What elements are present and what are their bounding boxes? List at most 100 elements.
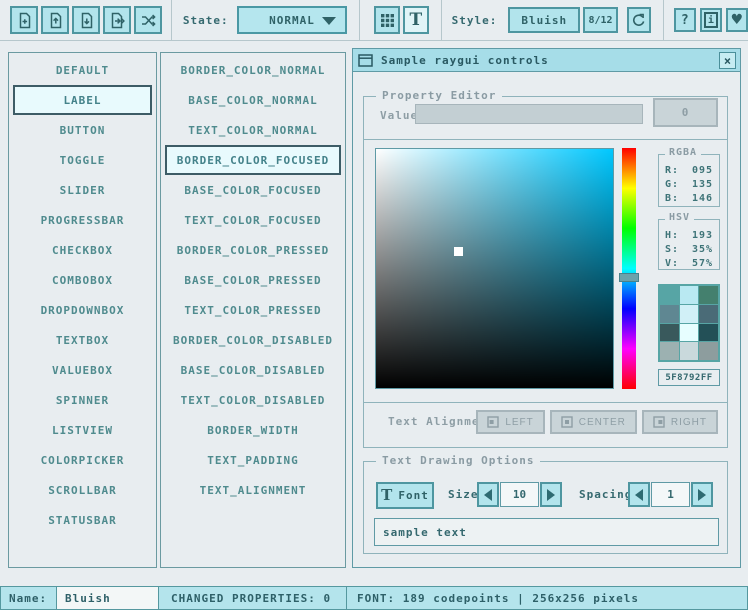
palette-swatch[interactable] — [680, 324, 699, 342]
size-decrease-button[interactable] — [477, 482, 499, 507]
palette-swatch[interactable] — [699, 286, 718, 304]
controls-item-slider[interactable]: SLIDER — [9, 175, 156, 205]
value-slider[interactable] — [415, 104, 643, 124]
hsv-row-s: S:35% — [665, 243, 713, 257]
properties-item-border_color_normal[interactable]: BORDER_COLOR_NORMAL — [161, 55, 345, 85]
palette-swatch[interactable] — [699, 342, 718, 360]
color-panel[interactable] — [375, 148, 614, 389]
window-titlebar[interactable]: Sample raygui controls × — [353, 49, 740, 72]
controls-item-button[interactable]: BUTTON — [9, 115, 156, 145]
spacing-increase-button[interactable] — [691, 482, 713, 507]
properties-item-base_color_disabled[interactable]: BASE_COLOR_DISABLED — [161, 355, 345, 385]
properties-item-border_color_focused[interactable]: BORDER_COLOR_FOCUSED — [165, 145, 341, 175]
controls-item-statusbar[interactable]: STATUSBAR — [9, 505, 156, 535]
spacing-decrease-button[interactable] — [628, 482, 650, 507]
palette-swatch[interactable] — [680, 286, 699, 304]
align-center-icon — [561, 416, 573, 428]
sample-text-input[interactable]: sample text — [374, 518, 719, 546]
heart-icon: ♥ — [731, 12, 744, 28]
align-left-button[interactable]: LEFT — [476, 410, 544, 434]
text-edit-mode-button[interactable]: T — [403, 6, 429, 34]
size-increase-button[interactable] — [540, 482, 562, 507]
properties-item-text_color_focused[interactable]: TEXT_COLOR_FOCUSED — [161, 205, 345, 235]
properties-item-border_width[interactable]: BORDER_WIDTH — [161, 415, 345, 445]
properties-list: BORDER_COLOR_NORMALBASE_COLOR_NORMALTEXT… — [160, 52, 346, 568]
palette-swatch[interactable] — [680, 305, 699, 323]
hue-bar[interactable] — [622, 148, 636, 389]
spacing-value-box[interactable]: 1 — [651, 482, 690, 507]
window-close-button[interactable]: × — [719, 52, 736, 69]
load-style-button[interactable] — [41, 6, 69, 34]
font-T-icon: T — [381, 488, 393, 503]
style-count-button[interactable]: 8/12 — [583, 7, 618, 33]
palette-swatch[interactable] — [699, 324, 718, 342]
properties-item-base_color_focused[interactable]: BASE_COLOR_FOCUSED — [161, 175, 345, 205]
about-button[interactable]: i — [700, 8, 722, 32]
reload-style-button[interactable] — [627, 7, 651, 33]
property-editor-group: Property Editor Value: 0 RGBA R:095 G:13… — [363, 96, 728, 448]
controls-item-colorpicker[interactable]: COLORPICKER — [9, 445, 156, 475]
arrow-left-icon — [484, 489, 492, 501]
controls-item-valuebox[interactable]: VALUEBOX — [9, 355, 156, 385]
arrow-right-icon — [698, 489, 706, 501]
arrow-left-icon — [635, 489, 643, 501]
save-style-button[interactable] — [72, 6, 100, 34]
controls-item-scrollbar[interactable]: SCROLLBAR — [9, 475, 156, 505]
align-right-button[interactable]: RIGHT — [642, 410, 718, 434]
align-right-icon — [653, 416, 665, 428]
font-button[interactable]: T Font — [376, 482, 434, 509]
controls-item-label[interactable]: LABEL — [13, 85, 152, 115]
export-file-icon — [109, 12, 126, 29]
palette-swatch[interactable] — [660, 305, 679, 323]
export-style-button[interactable] — [103, 6, 131, 34]
properties-item-base_color_normal[interactable]: BASE_COLOR_NORMAL — [161, 85, 345, 115]
sample-controls-window: Sample raygui controls × Property Editor… — [352, 48, 741, 568]
reload-icon — [631, 13, 646, 28]
hue-slider-handle[interactable] — [619, 273, 639, 282]
palette-swatch[interactable] — [660, 286, 679, 304]
properties-item-border_color_pressed[interactable]: BORDER_COLOR_PRESSED — [161, 235, 345, 265]
sponsor-button[interactable]: ♥ — [726, 8, 748, 32]
palette-swatch[interactable] — [680, 342, 699, 360]
palette-swatch[interactable] — [660, 342, 679, 360]
style-name-button[interactable]: Bluish — [508, 7, 580, 33]
rgba-row-b: B:146 — [665, 192, 713, 206]
align-center-button[interactable]: CENTER — [550, 410, 637, 434]
properties-item-text_color_pressed[interactable]: TEXT_COLOR_PRESSED — [161, 295, 345, 325]
color-cursor[interactable] — [454, 247, 463, 256]
controls-item-checkbox[interactable]: CHECKBOX — [9, 235, 156, 265]
controls-item-textbox[interactable]: TEXTBOX — [9, 325, 156, 355]
controls-item-combobox[interactable]: COMBOBOX — [9, 265, 156, 295]
palette-swatch[interactable] — [660, 324, 679, 342]
window-icon — [358, 54, 373, 67]
toolbar-separator — [359, 0, 360, 40]
help-button[interactable]: ? — [674, 8, 696, 32]
state-dropdown[interactable]: NORMAL — [237, 6, 348, 34]
style-name-input[interactable]: Bluish — [56, 586, 159, 610]
properties-item-base_color_pressed[interactable]: BASE_COLOR_PRESSED — [161, 265, 345, 295]
random-style-button[interactable] — [134, 6, 162, 34]
file-button-group — [10, 6, 162, 34]
controls-item-progressbar[interactable]: PROGRESSBAR — [9, 205, 156, 235]
palette-swatch[interactable] — [699, 305, 718, 323]
controls-table-view-button[interactable] — [374, 6, 400, 34]
toolbar-separator — [171, 0, 172, 40]
properties-item-text_padding[interactable]: TEXT_PADDING — [161, 445, 345, 475]
controls-item-listview[interactable]: LISTVIEW — [9, 415, 156, 445]
size-value-box[interactable]: 10 — [500, 482, 539, 507]
properties-item-text_color_disabled[interactable]: TEXT_COLOR_DISABLED — [161, 385, 345, 415]
value-button[interactable]: 0 — [653, 98, 718, 127]
text-alignment-row: Text Alignment: LEFT CENTER — [364, 405, 727, 441]
properties-item-text_alignment[interactable]: TEXT_ALIGNMENT — [161, 475, 345, 505]
style-name-status-label: Name: — [0, 586, 57, 610]
controls-item-default[interactable]: DEFAULT — [9, 55, 156, 85]
hex-value-box[interactable]: 5F8792FF — [658, 369, 720, 386]
controls-item-dropdownbox[interactable]: DROPDOWNBOX — [9, 295, 156, 325]
properties-item-text_color_normal[interactable]: TEXT_COLOR_NORMAL — [161, 115, 345, 145]
controls-item-toggle[interactable]: TOGGLE — [9, 145, 156, 175]
toolbar-separator — [441, 0, 442, 40]
style-label: Style: — [452, 14, 498, 27]
controls-item-spinner[interactable]: SPINNER — [9, 385, 156, 415]
new-style-button[interactable] — [10, 6, 38, 34]
properties-item-border_color_disabled[interactable]: BORDER_COLOR_DISABLED — [161, 325, 345, 355]
